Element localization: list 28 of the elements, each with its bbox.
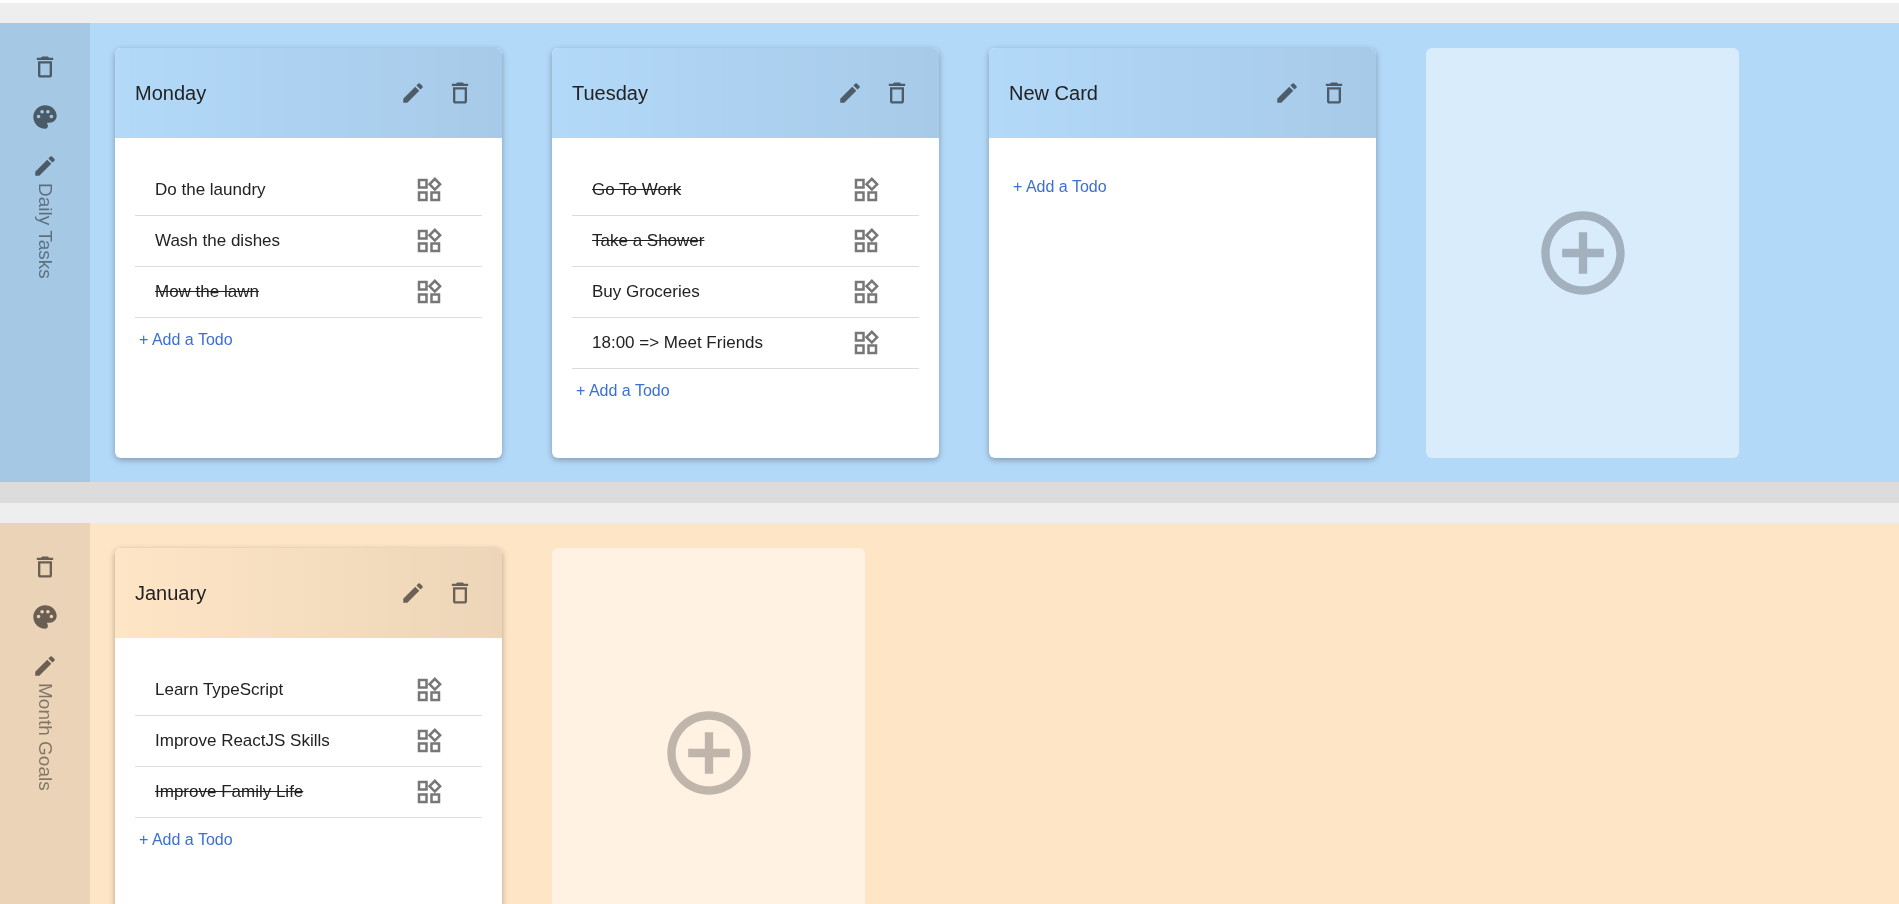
todo-text[interactable]: 18:00 => Meet Friends [592, 330, 851, 356]
palette-icon[interactable] [31, 603, 59, 631]
todo-text[interactable]: Do the laundry [155, 177, 414, 203]
edit-icon[interactable] [400, 80, 426, 106]
todo-text[interactable]: Wash the dishes [155, 228, 414, 254]
edit-icon[interactable] [837, 80, 863, 106]
edit-icon[interactable] [32, 653, 58, 679]
add-todo-link[interactable]: + Add a Todo [139, 328, 233, 352]
add-todo-link[interactable]: + Add a Todo [576, 379, 670, 403]
todo-text[interactable]: Take a Shower [592, 228, 851, 254]
todo-text[interactable]: Mow the lawn [155, 279, 414, 305]
card-title: January [135, 581, 208, 606]
add-todo-link[interactable]: + Add a Todo [139, 828, 233, 852]
board-title: Month Goals [34, 683, 58, 791]
card-title: Monday [135, 81, 208, 106]
add-todo-link[interactable]: + Add a Todo [1013, 175, 1107, 199]
todo-text[interactable]: Improve Family Life [155, 779, 414, 805]
todo-text[interactable]: Learn TypeScript [155, 677, 414, 703]
edit-icon[interactable] [32, 153, 58, 179]
board-title: Daily Tasks [34, 183, 58, 279]
edit-icon[interactable] [400, 580, 426, 606]
palette-icon[interactable] [31, 103, 59, 131]
todo-text[interactable]: Buy Groceries [592, 279, 851, 305]
todo-text[interactable]: Improve ReactJS Skills [155, 728, 414, 754]
card-title: New Card [1009, 81, 1099, 106]
card-title: Tuesday [572, 81, 649, 106]
edit-icon[interactable] [1274, 80, 1300, 106]
todo-text[interactable]: Go To Work [592, 177, 851, 203]
